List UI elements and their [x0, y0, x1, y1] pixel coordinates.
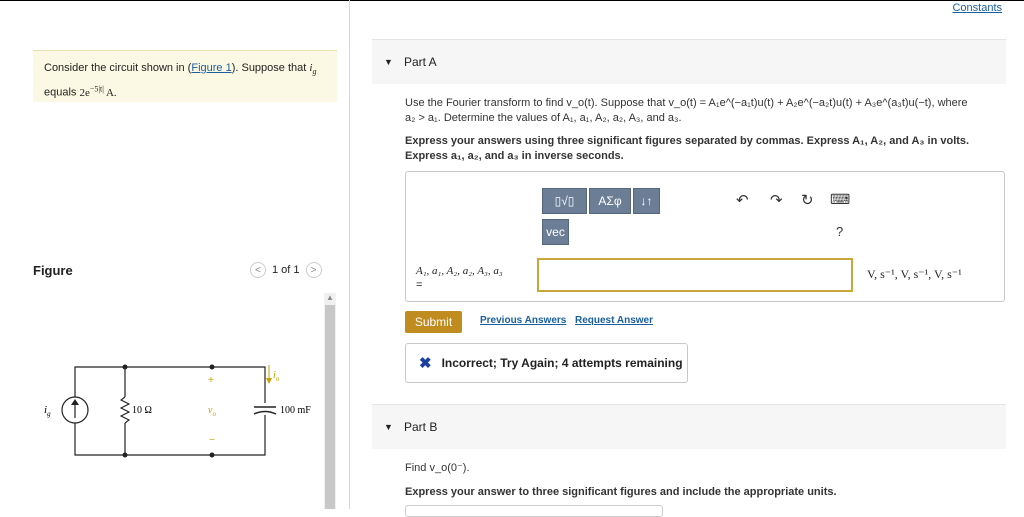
feedback-text: Incorrect; Try Again; 4 attempts remaini…: [441, 356, 683, 370]
redo-icon[interactable]: ↷: [770, 191, 783, 209]
collapse-triangle-icon[interactable]: ▼: [384, 422, 393, 432]
answer-input[interactable]: [537, 258, 853, 292]
part-b-title: Part B: [404, 420, 438, 434]
question-line-2: a₂ > a₁. Determine the values of A₁, a₁,…: [405, 112, 682, 124]
source-label: ig: [44, 404, 51, 418]
io-label: io: [273, 370, 280, 383]
part-a-title: Part A: [404, 55, 437, 69]
previous-answers-link[interactable]: Previous Answers: [480, 315, 566, 326]
scroll-thumb[interactable]: [325, 305, 335, 509]
part-b-instructions: Express your answer to three significant…: [405, 486, 837, 498]
next-figure-button[interactable]: >: [305, 262, 322, 278]
part-b-answer-box: [405, 505, 663, 517]
scroll-up-icon[interactable]: ▲: [324, 293, 336, 303]
figure-scrollbar[interactable]: ▲: [324, 293, 336, 509]
pager-text: 1 of 1: [272, 264, 300, 276]
part-a-header[interactable]: ▼ Part A: [372, 39, 1006, 84]
symbols-button[interactable]: ΑΣφ: [589, 188, 631, 214]
feedback-box: ✖ Incorrect; Try Again; 4 attempts remai…: [405, 343, 688, 383]
capacitor-label: 100 mF: [280, 405, 311, 416]
circuit-wires: [74, 366, 266, 456]
question-line-1: Use the Fourier transform to find v_o(t)…: [405, 97, 968, 109]
circuit-diagram: ig 10 Ω 100 mF + vo − io: [44, 364, 311, 458]
templates-button[interactable]: ▯√▯: [542, 188, 587, 214]
ig-symbol: ig: [309, 62, 317, 77]
incorrect-x-icon: ✖: [419, 355, 432, 372]
part-a-question: Use the Fourier transform to find v_o(t)…: [405, 96, 968, 126]
answer-box: ▯√▯ ΑΣφ ↓↑ vec ↶ ↷ ↻ ⌨ ? A₁, a₁, A₂, a₂,…: [405, 171, 1005, 302]
intro-text: Consider the circuit shown in (: [44, 62, 192, 74]
prev-figure-button[interactable]: <: [250, 262, 266, 278]
right-pane: Constants ▼ Part A Use the Fourier trans…: [350, 0, 1024, 517]
figure-pager: < 1 of 1 >: [250, 262, 322, 278]
answer-units: V, s⁻¹, V, s⁻¹, V, s⁻¹: [867, 267, 962, 281]
ig-value: 2e−5|t| A.: [79, 84, 117, 99]
figure-title: Figure: [33, 263, 73, 278]
figure-link[interactable]: Figure 1: [191, 62, 231, 74]
submit-button[interactable]: Submit: [405, 311, 462, 333]
resistor-label: 10 Ω: [132, 405, 152, 416]
sort-button[interactable]: ↓↑: [633, 188, 660, 214]
undo-icon[interactable]: ↶: [736, 191, 749, 209]
intro-text-2: ). Suppose that: [231, 62, 307, 74]
part-b-question: Find v_o(0⁻).: [405, 462, 470, 474]
reset-icon[interactable]: ↻: [801, 191, 814, 209]
answer-label: A₁, a₁, A₂, a₂, A₃, a₃ =: [416, 265, 503, 291]
part-a-instructions: Express your answers using three signifi…: [405, 134, 969, 164]
instructions-line-1: Express your answers using three signifi…: [405, 135, 970, 147]
constants-link[interactable]: Constants: [952, 2, 1002, 14]
request-answer-link[interactable]: Request Answer: [575, 315, 653, 326]
vec-button[interactable]: vec: [542, 219, 569, 245]
help-icon[interactable]: ?: [836, 224, 843, 239]
collapse-triangle-icon[interactable]: ▼: [384, 57, 393, 67]
instructions-line-2: Express a₁, a₂, and a₃ in inverse second…: [405, 150, 624, 162]
equals-label: equals: [44, 86, 77, 99]
vo-label: vo: [208, 405, 216, 418]
part-b-header[interactable]: ▼ Part B: [372, 404, 1006, 449]
plus-sign: +: [208, 375, 214, 386]
left-pane: Consider the circuit shown in (Figure 1)…: [0, 0, 349, 509]
problem-intro: Consider the circuit shown in (Figure 1)…: [33, 50, 337, 102]
keyboard-icon[interactable]: ⌨: [830, 191, 850, 208]
minus-sign: −: [209, 435, 215, 446]
